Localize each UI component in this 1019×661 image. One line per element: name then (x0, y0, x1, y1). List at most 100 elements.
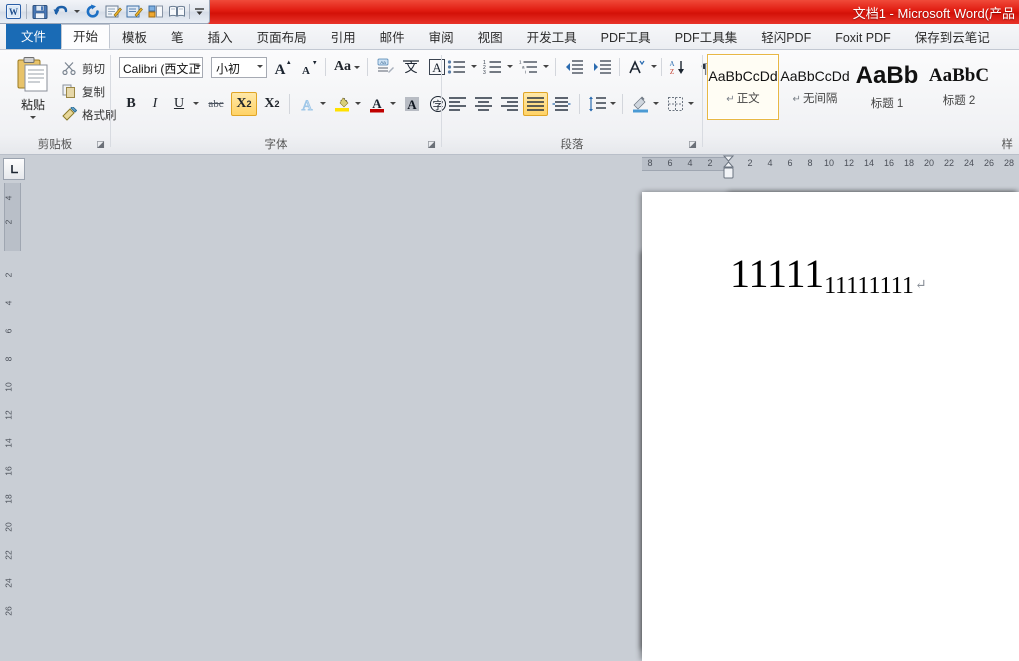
font-color-dropdown-icon[interactable] (390, 102, 396, 105)
style-item-heading2[interactable]: AaBbC 标题 2 (923, 54, 995, 120)
tab-save-to-cloud-notes[interactable]: 保存到云笔记 (903, 25, 1002, 49)
text-effects-button[interactable]: A (295, 92, 319, 116)
italic-button[interactable]: I (143, 92, 167, 116)
tab-foxit-pdf[interactable]: Foxit PDF (823, 25, 903, 49)
tab-pdf-tools[interactable]: PDF工具 (589, 25, 663, 49)
strikethrough-button[interactable]: abc (203, 92, 229, 116)
borders-button[interactable] (663, 92, 687, 116)
redo-icon[interactable] (82, 2, 103, 22)
svg-text:文: 文 (404, 61, 417, 76)
shading-dropdown-icon[interactable] (653, 102, 659, 105)
vertical-ruler[interactable]: 4 2 2 4 6 8 10 12 14 16 18 20 22 24 26 (0, 155, 1019, 661)
format-painter-button[interactable]: 格式刷 (62, 104, 117, 126)
superscript-button[interactable]: X2 (259, 92, 285, 116)
justify-button[interactable] (523, 92, 548, 116)
tab-qingshan-pdf[interactable]: 轻闪PDF (749, 25, 823, 49)
reading-icon[interactable] (166, 2, 187, 22)
save-icon[interactable] (29, 2, 50, 22)
shrink-font-button[interactable]: A (297, 56, 321, 78)
sort-button[interactable]: AZ (667, 56, 691, 78)
tab-template[interactable]: 模板 (110, 25, 159, 49)
distribute-button[interactable] (549, 92, 574, 116)
paragraph-dialog-launcher[interactable]: ◪ (687, 139, 698, 150)
cut-button[interactable]: 剪切 (62, 58, 105, 80)
style-item-no-spacing[interactable]: AaBbCcDd ↵ 无间隔 (779, 54, 851, 120)
bold-button[interactable]: B (119, 92, 143, 116)
style-item-next[interactable]: Aa (995, 54, 1019, 120)
phonetic-guide-button[interactable]: Aa (373, 56, 397, 78)
quick-access-toolbar: W (0, 0, 210, 24)
para-divider-5 (622, 94, 623, 114)
bullets-dropdown-icon[interactable] (471, 65, 477, 68)
chinese-layout-dropdown-icon[interactable] (651, 65, 657, 68)
multilevel-list-button[interactable]: 1ai (517, 56, 541, 78)
chinese-layout-button[interactable] (625, 56, 649, 78)
styles-group-label: 样 (1001, 139, 1014, 151)
paste-dropdown-icon[interactable] (30, 116, 36, 119)
tab-page-layout[interactable]: 页面布局 (245, 25, 319, 49)
svg-text:3: 3 (483, 70, 486, 75)
svg-text:A: A (407, 97, 417, 112)
character-border-button[interactable]: 文 (399, 56, 423, 78)
tab-file[interactable]: 文件 (6, 24, 62, 49)
tab-pdf-toolset[interactable]: PDF工具集 (663, 25, 750, 49)
indent-markers[interactable] (722, 155, 735, 185)
customize-qat-icon[interactable] (192, 2, 206, 22)
text-highlight-dropdown-icon[interactable] (355, 102, 361, 105)
document-text-line[interactable]: 1111111111111↵ (730, 250, 927, 300)
numbering-button[interactable]: 123 (481, 56, 505, 78)
word-logo-icon[interactable]: W (3, 2, 24, 22)
tab-review[interactable]: 审阅 (417, 25, 466, 49)
font-name-input[interactable]: Calibri (西文正 (119, 57, 203, 78)
horizontal-ruler[interactable]: 8 6 4 2 2 4 6 8 10 12 14 16 18 20 22 24 … (642, 155, 1019, 661)
bullets-button[interactable] (445, 56, 469, 78)
edit-icon[interactable] (103, 2, 124, 22)
multilevel-dropdown-icon[interactable] (543, 65, 549, 68)
undo-dropdown-icon[interactable] (71, 2, 82, 22)
tab-pen[interactable]: 笔 (159, 25, 196, 49)
tab-insert[interactable]: 插入 (196, 25, 245, 49)
subscript-button[interactable]: X2 (231, 92, 257, 116)
align-left-button[interactable] (445, 92, 470, 116)
layout-icon[interactable] (145, 2, 166, 22)
line-spacing-dropdown-icon[interactable] (610, 102, 616, 105)
align-center-button[interactable] (471, 92, 496, 116)
paste-button[interactable]: 粘贴 (8, 54, 58, 132)
document-page[interactable]: 1111111111111↵ (642, 192, 1019, 661)
tab-view[interactable]: 视图 (466, 25, 515, 49)
style-item-heading1[interactable]: AaBb 标题 1 (851, 54, 923, 120)
text-effects-dropdown-icon[interactable] (320, 102, 326, 105)
font-name-dropdown-icon[interactable] (195, 65, 201, 68)
copy-button[interactable]: 复制 (62, 81, 105, 103)
underline-dropdown-icon[interactable] (193, 102, 199, 105)
borders-dropdown-icon[interactable] (688, 102, 694, 105)
hruler-number: 6 (787, 158, 793, 168)
tab-selector-button[interactable] (3, 158, 25, 180)
character-shading-button[interactable]: A (400, 92, 424, 116)
change-case-button[interactable]: Aa (331, 56, 363, 78)
vruler-number: 10 (3, 382, 14, 392)
style-item-body[interactable]: AaBbCcDd ↵ 正文 (707, 54, 779, 120)
tab-mailings[interactable]: 邮件 (368, 25, 417, 49)
quick-edit-icon[interactable] (124, 2, 145, 22)
increase-indent-button[interactable] (589, 56, 615, 78)
vruler-number: 2 (3, 219, 14, 225)
hruler-number: 8 (647, 158, 653, 168)
text-highlight-button[interactable]: ab (330, 92, 354, 116)
font-size-dropdown-icon[interactable] (257, 65, 263, 68)
grow-font-button[interactable]: A (271, 56, 295, 78)
tab-references[interactable]: 引用 (319, 25, 368, 49)
numbering-dropdown-icon[interactable] (507, 65, 513, 68)
ribbon-tab-strip: 文件 开始 模板 笔 插入 页面布局 引用 邮件 审阅 视图 开发工具 PDF工… (0, 24, 1019, 50)
line-spacing-button[interactable] (585, 92, 609, 116)
clipboard-dialog-launcher[interactable]: ◪ (95, 139, 106, 150)
align-right-button[interactable] (497, 92, 522, 116)
shading-button[interactable] (628, 92, 652, 116)
undo-icon[interactable] (50, 2, 71, 22)
font-dialog-launcher[interactable]: ◪ (426, 139, 437, 150)
tab-developer[interactable]: 开发工具 (515, 25, 589, 49)
font-color-button[interactable]: A (365, 92, 389, 116)
underline-button[interactable]: U (167, 92, 191, 116)
tab-home[interactable]: 开始 (61, 24, 111, 49)
decrease-indent-button[interactable] (561, 56, 587, 78)
